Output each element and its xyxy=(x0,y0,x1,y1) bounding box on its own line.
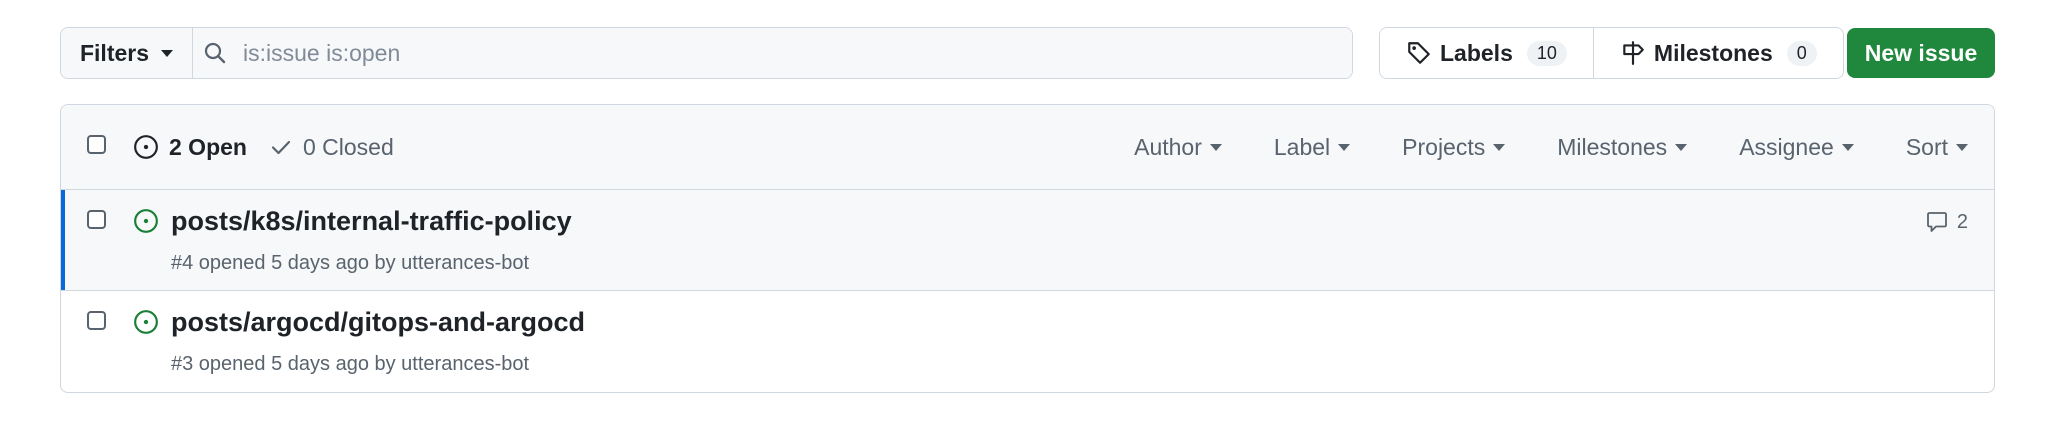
projects-menu[interactable]: Projects xyxy=(1402,133,1506,161)
closed-issues-link[interactable]: 0 Closed xyxy=(269,134,394,161)
labels-button[interactable]: Labels 10 xyxy=(1380,28,1593,78)
search-icon xyxy=(204,42,226,64)
issue-title-link[interactable]: posts/argocd/gitops-and-argocd xyxy=(171,307,585,338)
filter-menus: Author Label Projects Milestones Assigne… xyxy=(1082,105,1968,189)
milestones-count: 0 xyxy=(1786,40,1817,66)
issue-checkbox[interactable] xyxy=(87,210,106,229)
issue-state-toggle: 2 Open 0 Closed xyxy=(133,105,394,189)
issues-list: 2 Open 0 Closed Author Label Projects Mi… xyxy=(60,104,1995,393)
issue-opened-icon xyxy=(134,209,158,233)
sort-menu[interactable]: Sort xyxy=(1906,134,1968,161)
author-menu-label: Author xyxy=(1134,133,1202,160)
assignee-menu[interactable]: Assignee xyxy=(1739,134,1854,161)
issue-row: posts/k8s/internal-traffic-policy #4 ope… xyxy=(61,190,1994,291)
milestones-menu-label: Milestones xyxy=(1557,133,1668,160)
filter-bar: Filters xyxy=(60,27,1353,79)
caret-down-icon xyxy=(1493,143,1506,151)
comment-count: 2 xyxy=(1956,210,1968,233)
labels-milestones-group: Labels 10 Milestones 0 xyxy=(1379,27,1844,79)
filters-button[interactable]: Filters xyxy=(61,28,193,78)
tag-icon xyxy=(1408,42,1430,64)
open-count-label: 2 Open xyxy=(169,133,247,160)
issues-toolbar: Filters Labels 10 Milestones xyxy=(60,27,1995,79)
issue-title-link[interactable]: posts/k8s/internal-traffic-policy xyxy=(171,206,572,237)
assignee-menu-label: Assignee xyxy=(1739,133,1834,160)
comments-link[interactable]: 2 xyxy=(1925,210,1968,234)
label-menu-label: Label xyxy=(1273,133,1331,160)
milestones-button[interactable]: Milestones 0 xyxy=(1592,28,1843,78)
issue-meta: #4 opened 5 days ago by utterances-bot xyxy=(171,252,530,274)
sort-menu-label: Sort xyxy=(1905,133,1948,160)
issue-checkbox[interactable] xyxy=(87,311,106,330)
search-input[interactable] xyxy=(241,38,1145,68)
new-issue-button[interactable]: New issue xyxy=(1847,28,1995,78)
new-issue-label: New issue xyxy=(1864,39,1978,66)
filters-label: Filters xyxy=(79,39,150,66)
caret-down-icon xyxy=(1675,143,1688,151)
open-issues-link[interactable]: 2 Open xyxy=(133,134,247,161)
author-menu[interactable]: Author xyxy=(1134,134,1222,161)
closed-count-label: 0 Closed xyxy=(302,133,394,160)
comment-icon xyxy=(1926,212,1947,232)
milestone-icon xyxy=(1623,41,1644,65)
milestones-label: Milestones xyxy=(1653,39,1773,66)
select-all-checkbox[interactable] xyxy=(87,135,106,154)
label-menu[interactable]: Label xyxy=(1273,133,1351,161)
search-field[interactable] xyxy=(193,28,1352,78)
issues-list-header: 2 Open 0 Closed Author Label Projects Mi… xyxy=(61,105,1994,190)
caret-down-icon xyxy=(1841,143,1854,151)
projects-menu-label: Projects xyxy=(1402,133,1486,160)
caret-down-icon xyxy=(161,49,174,57)
issue-opened-icon xyxy=(134,135,158,159)
labels-count: 10 xyxy=(1526,40,1567,66)
issue-meta: #3 opened 5 days ago by utterances-bot xyxy=(171,353,530,375)
milestones-menu[interactable]: Milestones xyxy=(1557,133,1688,161)
caret-down-icon xyxy=(1209,143,1222,151)
caret-down-icon xyxy=(1338,143,1351,151)
check-icon xyxy=(271,140,291,155)
issue-opened-icon xyxy=(134,310,158,334)
labels-label: Labels xyxy=(1440,39,1513,66)
issue-row: posts/argocd/gitops-and-argocd #3 opened… xyxy=(61,291,1994,391)
caret-down-icon xyxy=(1956,143,1968,151)
